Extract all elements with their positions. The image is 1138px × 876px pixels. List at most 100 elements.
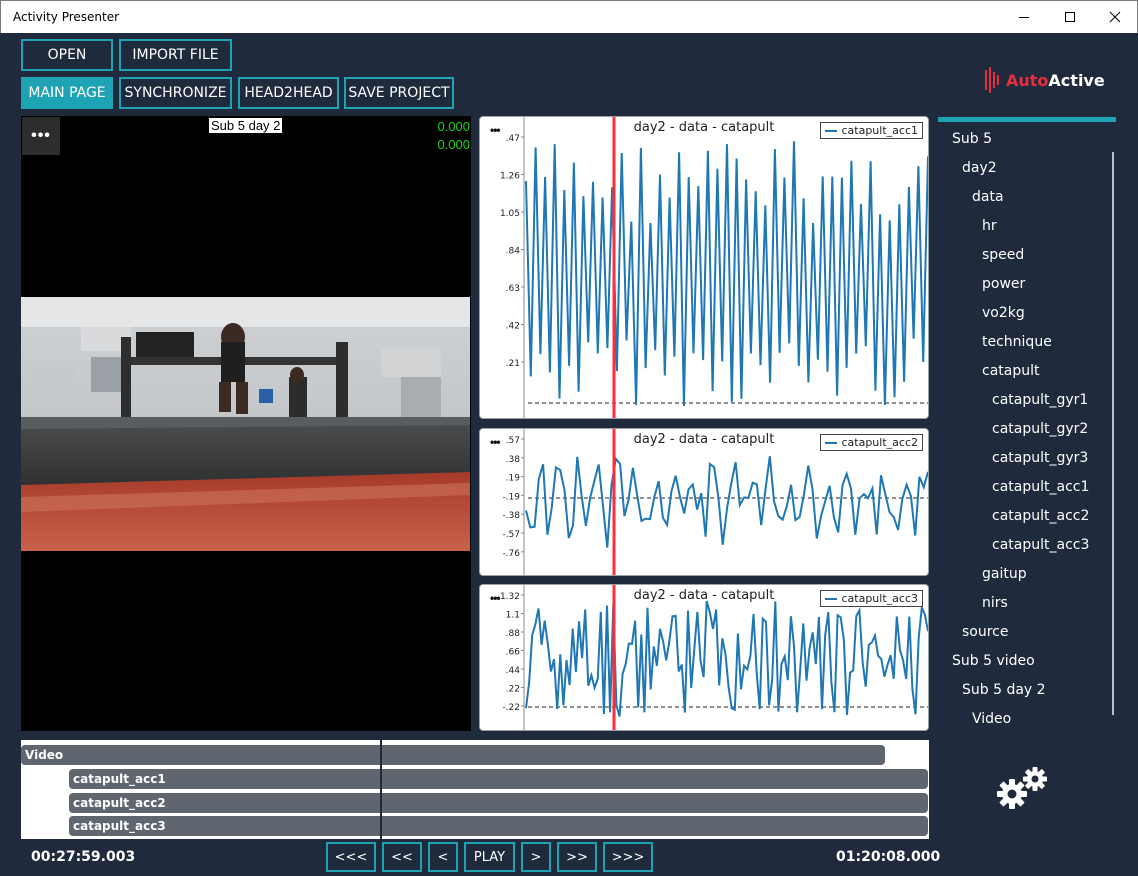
y-tick-label: -.57 [502,530,520,540]
y-tick-label: .47 [506,134,520,144]
tree-item-vo2kg[interactable]: vo2kg [982,305,1025,321]
tree-scrollbar[interactable] [1112,152,1114,715]
timeline-track-acc3[interactable]: catapult_acc3 [69,816,928,836]
y-tick-label: .88 [506,629,521,639]
chart-acc1-legend[interactable]: catapult_acc1 [820,122,923,139]
chart-acc1-plot: .47 1.26 1.05 .84 .63 .42 .21 [500,117,928,418]
y-tick-label: .66 [506,648,521,658]
y-tick-label: 1.05 [500,209,520,219]
y-tick-label: .21 [506,359,520,369]
timeline-track-acc2[interactable]: catapult_acc2 [69,793,928,813]
tree-item-catapult-gyr3[interactable]: catapult_gyr3 [992,450,1088,466]
tree-item-video[interactable]: Video [972,711,1011,727]
legend-label: catapult_acc2 [841,436,918,449]
tree-item-catapult-acc1[interactable]: catapult_acc1 [992,479,1089,495]
head2head-button[interactable]: HEAD2HEAD [238,77,339,109]
jump-first-button[interactable]: <<< [326,842,376,872]
y-tick-label: -.22 [502,703,520,713]
tree-item-catapult-gyr1[interactable]: catapult_gyr1 [992,392,1088,408]
chart-acc1[interactable]: .47 1.26 1.05.84.63.42.21 day2 - data - ca… [479,116,929,419]
video-options-button[interactable]: ••• [22,117,60,155]
play-button[interactable]: PLAY [464,842,515,872]
y-tick-label: .42 [506,322,520,332]
tree-item-gaitup[interactable]: gaitup [982,566,1027,582]
end-time: 01:20:08.000 [836,849,941,865]
y-tick-label: -.38 [502,511,520,521]
legend-label: catapult_acc1 [841,124,918,137]
tree-item-source[interactable]: source [962,624,1009,640]
chart-options-icon[interactable]: ••• [490,123,501,137]
chart-acc2[interactable]: .57.38.19 -.19 -.38 -.57 -.76 day2 - data - … [479,428,929,576]
tree-item-day2[interactable]: day2 [962,160,997,176]
logo-auto: Auto [1006,70,1049,90]
legend-label: catapult_acc3 [841,592,918,605]
autoactive-logo: AutoActive [984,67,1105,93]
gears-icon [997,767,1047,809]
step-back-button[interactable]: < [428,842,458,872]
step-forward-button[interactable]: > [521,842,551,872]
synchronize-button[interactable]: SYNCHRONIZE [119,77,232,109]
logo-bars-icon [985,67,999,93]
window-title: Activity Presenter [13,10,120,24]
tree-item-nirs[interactable]: nirs [982,595,1008,611]
tree-item-power[interactable]: power [982,276,1025,292]
start-time: 00:27:59.003 [31,849,136,865]
series-line [525,141,928,407]
maximize-icon [1065,12,1075,22]
tree-item-data[interactable]: data [972,189,1004,205]
step-back-big-button[interactable]: << [382,842,422,872]
close-icon [1109,11,1121,23]
video-value-2: 0.000 [437,137,470,152]
data-tree: Sub 5 day2 data hr speed power vo2kg tec… [938,122,1116,732]
settings-button[interactable] [995,765,1051,818]
chart-acc2-legend[interactable]: catapult_acc2 [820,434,923,451]
timeline-cursor[interactable] [380,740,382,839]
chart-options-icon[interactable]: ••• [490,591,501,605]
tree-item-catapult-acc3[interactable]: catapult_acc3 [992,537,1089,553]
y-tick-label: .44 [506,666,521,676]
tree-item-sub5[interactable]: Sub 5 [952,131,992,147]
import-file-button[interactable]: IMPORT FILE [119,39,232,71]
y-tick-label: .22 [506,685,520,695]
minimize-icon [1019,17,1029,18]
chart-acc3[interactable]: 1.32 1.1.88.66.44.22 -.22 day2 - data - ca… [479,584,929,731]
y-tick-label: -.76 [502,549,520,559]
y-tick-label: 1.26 [500,172,520,182]
chart-acc2-plot: .57.38.19-.19-.38-.57-.76 [502,429,928,575]
minimize-button[interactable] [1001,1,1047,33]
tree-item-speed[interactable]: speed [982,247,1024,263]
y-tick-label: .38 [506,455,521,465]
tree-item-catapult-gyr2[interactable]: catapult_gyr2 [992,421,1088,437]
save-project-button[interactable]: SAVE PROJECT [344,77,454,109]
chart-acc3-legend[interactable]: catapult_acc3 [820,590,923,607]
title-bar: Activity Presenter [0,0,1138,33]
maximize-button[interactable] [1047,1,1093,33]
chart-options-icon[interactable]: ••• [490,435,501,449]
series-line [525,600,928,717]
tree-item-sub5-video[interactable]: Sub 5 video [952,653,1035,669]
video-title: Sub 5 day 2 [209,118,283,133]
y-tick-label: -.19 [502,492,520,502]
more-dots-icon: ••• [31,127,51,144]
logo-active: Active [1048,70,1105,90]
tree-item-catapult-acc2[interactable]: catapult_acc2 [992,508,1089,524]
jump-last-button[interactable]: >>> [603,842,653,872]
main-page-button[interactable]: MAIN PAGE [21,77,113,109]
step-forward-big-button[interactable]: >> [557,842,597,872]
y-tick-label: 1.1 [506,611,520,621]
open-button[interactable]: OPEN [21,39,113,71]
timeline-track-acc1[interactable]: catapult_acc1 [69,769,928,789]
tree-item-sub5-day2[interactable]: Sub 5 day 2 [962,682,1046,698]
y-tick-label: .84 [506,247,521,257]
timeline[interactable]: Video catapult_acc1 catapult_acc2 catapu… [21,740,929,839]
video-frame [21,297,470,551]
y-tick-label: .63 [506,284,520,294]
video-value-1: 0.000 [437,119,470,134]
video-panel[interactable]: ••• Sub 5 day 2 0.000 0.000 [21,116,471,731]
timeline-track-video[interactable]: Video [21,745,885,765]
close-button[interactable] [1092,1,1138,33]
tree-item-technique[interactable]: technique [982,334,1052,350]
tree-item-hr[interactable]: hr [982,218,997,234]
treadmill-scene-image [21,297,470,551]
tree-item-catapult[interactable]: catapult [982,363,1039,379]
